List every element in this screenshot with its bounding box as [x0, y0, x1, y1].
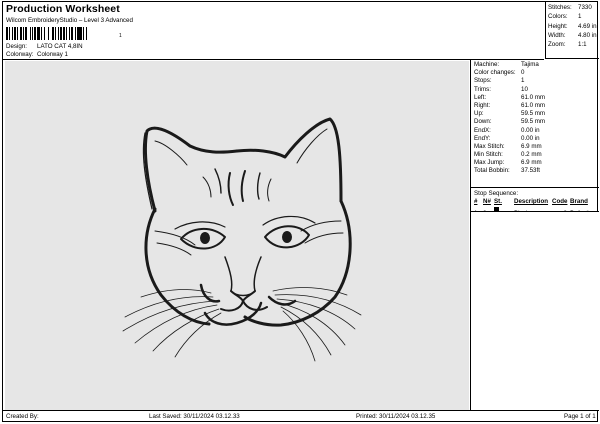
info-label: Max Stitch: — [474, 142, 505, 150]
info-row: Trims: 10 — [474, 86, 599, 94]
info-value: 1 — [521, 77, 525, 85]
info-label: EndX: — [474, 126, 491, 134]
created-by: Created By: — [6, 413, 39, 420]
page-number: Page 1 of 1 — [564, 413, 596, 420]
info-panel: Machine: Tajima Color changes: 0 Stops: 1 Trim… — [470, 59, 599, 410]
panel-blank-area — [471, 211, 599, 410]
info-label: Up: — [474, 110, 484, 118]
stat-row: Height: 4.69 in — [548, 22, 599, 31]
stat-value: 7330 — [578, 4, 592, 11]
info-label: Color changes: — [474, 69, 516, 77]
last-saved: Last Saved: 30/11/2024 03.12.33 — [149, 413, 240, 420]
info-row: Stops: 1 — [474, 77, 599, 85]
software-name: Wilcom EmbroideryStudio – Level 3 Advanc… — [6, 17, 133, 24]
info-label: Trims: — [474, 85, 491, 93]
info-row: Max Stitch: 6.9 mm — [474, 143, 599, 151]
col-n: N# — [483, 198, 491, 205]
stat-row: Zoom: 1:1 — [548, 40, 599, 49]
info-row: Color changes: 0 — [474, 69, 599, 77]
stat-label: Stitches: — [548, 4, 572, 11]
stat-label: Width: — [548, 31, 566, 39]
stat-row: Colors: 1 — [548, 12, 599, 21]
info-value: 0 — [521, 69, 525, 77]
barcode-image — [6, 27, 118, 40]
info-row: Min Stitch: 0.2 mm — [474, 151, 599, 159]
stat-row: Stitches: 7330 — [548, 3, 599, 12]
page-title: Production Worksheet — [6, 3, 120, 15]
design-stats-box: Stitches: 7330 Colors: 1 Height: 4.69 in Width… — [545, 2, 599, 59]
info-value: 6.9 mm — [521, 142, 542, 150]
info-label: EndY: — [474, 134, 491, 142]
design-value: LATO CAT 4,8IN — [37, 43, 83, 50]
info-row: Left: 61.0 mm — [474, 94, 599, 102]
info-value: 59.5 mm — [521, 110, 546, 118]
info-value: 61.0 mm — [521, 101, 546, 109]
info-label: Left: — [474, 93, 487, 101]
colorway-row: Colorway: Colorway 1 — [6, 51, 68, 58]
cat-embroidery-image — [122, 117, 362, 362]
info-row: EndY: 0.00 in — [474, 135, 599, 143]
printed-date: Printed: 30/11/2024 03.12.35 — [356, 413, 436, 420]
info-row: Right: 61.0 mm — [474, 102, 599, 110]
info-value: Tajima — [521, 61, 539, 68]
worksheet-footer: Created By: Last Saved: 30/11/2024 03.12… — [3, 410, 599, 422]
info-row: Total Bobbin: 37.53ft — [474, 167, 599, 175]
colorway-value: Colorway 1 — [37, 51, 68, 58]
col-st: St. — [494, 198, 502, 205]
stat-row: Width: 4.80 in — [548, 31, 599, 40]
stop-sequence-header-row: # N# St. Description Code Brand — [474, 198, 598, 206]
info-label: Stops: — [474, 77, 492, 85]
info-label: Max Jump: — [474, 159, 505, 167]
stop-sequence-heading: Stop Sequence: — [474, 190, 519, 197]
info-value: 10 — [521, 85, 528, 93]
worksheet-page: Production Worksheet Wilcom EmbroiderySt… — [2, 1, 599, 422]
stat-value: 4.69 in — [578, 22, 597, 30]
stat-label: Zoom: — [548, 41, 566, 49]
col-description: Description — [514, 198, 549, 205]
info-row: Down: 59.5 mm — [474, 118, 599, 126]
info-value: 37.53ft — [521, 167, 540, 175]
barcode-bar — [87, 27, 89, 40]
design-label: Design: — [6, 43, 27, 50]
design-preview — [5, 61, 469, 410]
info-row: Max Jump: 6.9 mm — [474, 159, 599, 167]
col-num: # — [474, 198, 478, 205]
stat-label: Colors: — [548, 13, 568, 21]
info-value: 59.5 mm — [521, 118, 546, 126]
stat-value: 1:1 — [578, 41, 587, 49]
barcode-number: 1 — [119, 33, 122, 39]
info-value: 0.00 in — [521, 126, 540, 134]
info-row: EndX: 0.00 in — [474, 127, 599, 135]
machine-info-list: Machine: Tajima Color changes: 0 Stops: 1 Trim… — [471, 59, 599, 176]
info-value: 0.2 mm — [521, 151, 542, 159]
info-label: Min Stitch: — [474, 151, 503, 159]
info-row: Up: 59.5 mm — [474, 110, 599, 118]
stat-value: 4.80 in — [578, 31, 597, 39]
info-value: 61.0 mm — [521, 93, 546, 101]
design-name-row: Design: LATO CAT 4,8IN — [6, 43, 83, 50]
info-value: 6.9 mm — [521, 159, 542, 167]
stat-label: Height: — [548, 22, 568, 30]
colorway-label: Colorway: — [6, 51, 34, 58]
col-brand: Brand — [570, 198, 588, 205]
info-label: Down: — [474, 118, 492, 126]
col-code: Code — [552, 198, 568, 205]
info-row: Machine: Tajima — [474, 61, 599, 69]
stat-value: 1 — [578, 13, 582, 21]
header-divider — [3, 59, 544, 60]
info-label: Total Bobbin: — [474, 167, 510, 175]
info-label: Right: — [474, 101, 491, 109]
worksheet-header: Production Worksheet Wilcom EmbroiderySt… — [3, 2, 544, 59]
info-label: Machine: — [474, 61, 500, 68]
info-value: 0.00 in — [521, 134, 540, 142]
